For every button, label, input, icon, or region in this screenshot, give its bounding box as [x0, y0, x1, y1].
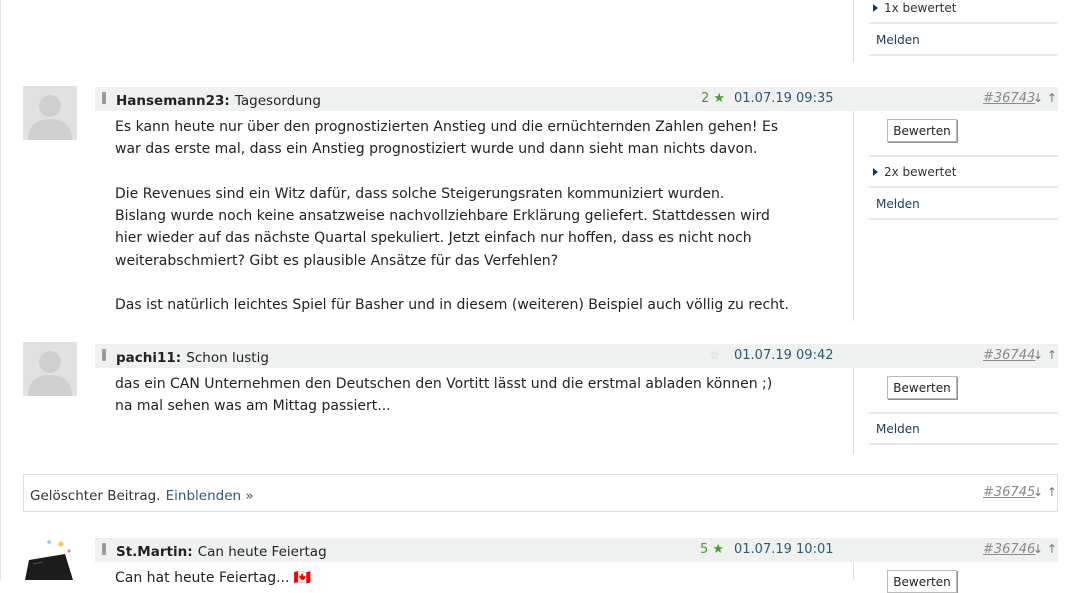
user-avatar-image [21, 538, 77, 580]
post-datetime: 01.07.19 10:01 [734, 542, 834, 557]
divider [869, 54, 1058, 56]
show-deleted-link[interactable]: Einblenden » [166, 488, 254, 504]
author-name[interactable]: pachi11: [116, 350, 181, 366]
post-subject: Schon lustig [186, 350, 269, 366]
avatar[interactable] [23, 86, 77, 140]
default-user-icon [23, 86, 77, 140]
post-handle-icon [102, 543, 106, 555]
post-nav-arrows[interactable]: ↓ ↑ [1033, 348, 1057, 362]
star-icon: ★ [712, 542, 725, 557]
star-outline-icon: ☆ [709, 348, 720, 362]
sidebar-divider [853, 0, 854, 62]
sidebar-divider [853, 562, 854, 580]
post-id-link[interactable]: #36745 [983, 485, 1035, 500]
page-left-border [0, 0, 1, 580]
post-body: das ein CAN Unternehmen den Deutschen de… [115, 376, 773, 415]
author-name[interactable]: Hansemann23: [116, 93, 230, 109]
report-link[interactable]: Melden [876, 197, 920, 211]
post-id-link[interactable]: #36744 [983, 348, 1035, 363]
deleted-post-notice: Gelöschter Beitrag. Einblenden » [30, 488, 254, 504]
avatar[interactable] [21, 538, 77, 580]
post-nav-arrows[interactable]: ↓ ↑ [1033, 485, 1057, 499]
report-link[interactable]: Melden [876, 33, 920, 47]
divider [869, 186, 1058, 188]
post-handle-icon [102, 349, 106, 361]
post-nav-arrows[interactable]: ↓ ↑ [1033, 91, 1057, 105]
post-body: Es kann heute nur über den prognostizier… [115, 119, 789, 314]
post-id-link[interactable]: #36746 [983, 542, 1035, 557]
divider [869, 22, 1058, 24]
default-user-icon [23, 342, 77, 396]
expand-triangle-icon [873, 168, 878, 176]
rating: 2 ★ [701, 91, 726, 106]
report-link[interactable]: Melden [876, 422, 920, 436]
divider [869, 443, 1058, 445]
avatar[interactable] [23, 342, 77, 396]
sidebar-divider [853, 111, 854, 321]
star-icon: ★ [713, 91, 726, 106]
post-datetime: 01.07.19 09:35 [734, 91, 834, 106]
divider [869, 412, 1058, 414]
rating: 5 ★ [700, 542, 725, 557]
post-subject: Can heute Feiertag [197, 544, 327, 560]
rated-toggle[interactable]: 1x bewertet [873, 1, 956, 15]
post-id-link[interactable]: #36743 [983, 91, 1035, 106]
post-body: Can hat heute Feiertag... 🇨🇦 [115, 570, 312, 586]
sidebar-divider [853, 368, 854, 454]
rate-button[interactable]: Bewerten [887, 376, 957, 399]
divider [869, 155, 1058, 157]
post-subject: Tagesordung [234, 93, 321, 109]
post-title: St.Martin: Can heute Feiertag [116, 541, 327, 560]
post-nav-arrows[interactable]: ↓ ↑ [1033, 542, 1057, 556]
divider [869, 218, 1058, 220]
rated-toggle[interactable]: 2x bewertet [873, 165, 956, 179]
rate-button[interactable]: Bewerten [887, 119, 957, 142]
rate-button[interactable]: Bewerten [887, 570, 957, 593]
expand-triangle-icon [873, 4, 878, 12]
post-title: pachi11: Schon lustig [116, 347, 269, 366]
author-name[interactable]: St.Martin: [116, 544, 193, 560]
post-datetime: 01.07.19 09:42 [734, 348, 834, 363]
post-title: Hansemann23: Tagesordung [116, 90, 321, 109]
post-handle-icon [102, 92, 106, 104]
